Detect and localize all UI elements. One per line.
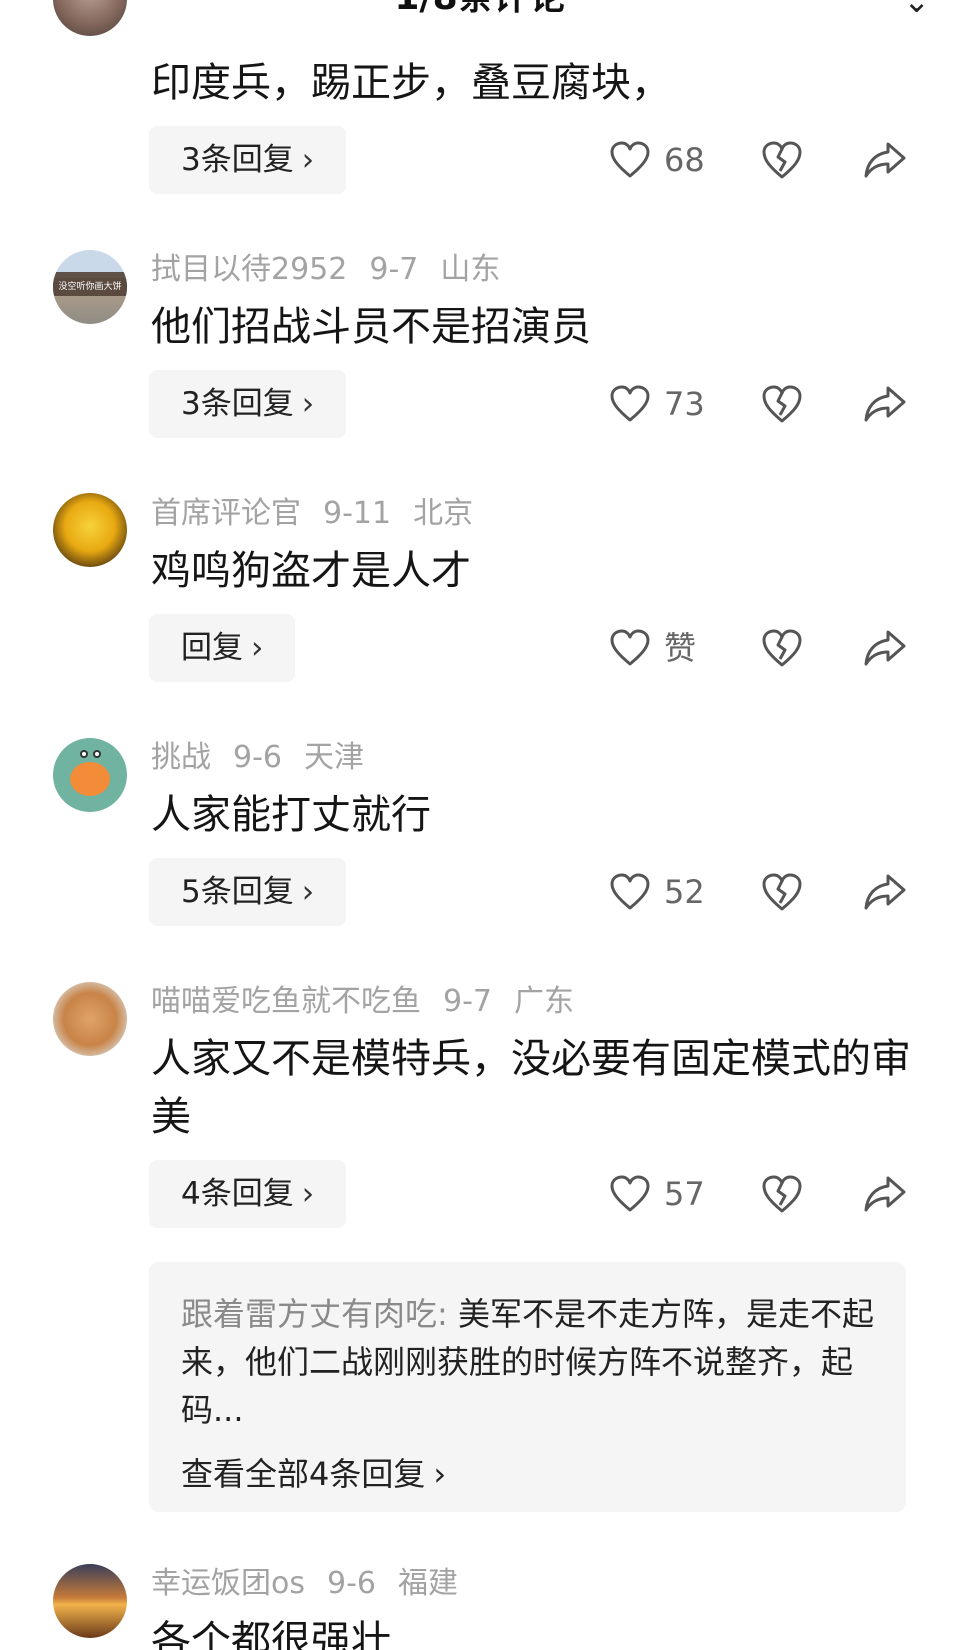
share-arrow-icon[interactable] <box>862 382 908 426</box>
chevron-down-icon[interactable]: ⌄ <box>903 0 930 17</box>
comment-location: 山东 <box>440 252 501 287</box>
reply-count-label: 5条回复 <box>181 874 294 910</box>
username[interactable]: 喵喵爱吃鱼就不吃鱼 <box>151 984 421 1019</box>
chevron-right-icon: › <box>433 1455 447 1493</box>
comment-text: 人家能打丈就行 <box>151 792 431 838</box>
like-count: 57 <box>664 1175 705 1213</box>
avatar[interactable] <box>53 982 127 1056</box>
share-arrow-icon[interactable] <box>862 626 908 670</box>
share-arrow-icon[interactable] <box>862 1172 908 1216</box>
share-arrow-icon[interactable] <box>862 870 908 914</box>
comment-date: 9-6 <box>326 1566 376 1601</box>
heart-icon <box>610 141 650 178</box>
comment-meta: 喵喵爱吃鱼就不吃鱼 9-7 广东 <box>151 982 596 1022</box>
comment-meta: 幸运饭团os 9-6 福建 <box>151 1564 480 1604</box>
reply-label: 回复 <box>181 630 243 666</box>
broken-heart-icon[interactable] <box>760 870 804 914</box>
username[interactable]: 挑战 <box>151 740 211 775</box>
like-button[interactable]: 68 <box>610 130 705 190</box>
comment-text: 鸡鸣狗盗才是人才 <box>151 548 471 594</box>
reply-author[interactable]: 跟着雷方丈有肉吃: <box>181 1295 448 1333</box>
reply-count-label: 4条回复 <box>181 1176 294 1212</box>
share-arrow-icon[interactable] <box>862 138 908 182</box>
view-replies-button[interactable]: 3条回复 › <box>149 370 347 438</box>
username[interactable]: 拭目以待2952 <box>151 252 347 287</box>
like-count: 52 <box>664 873 705 911</box>
like-count: 73 <box>664 385 705 423</box>
chevron-right-icon: › <box>301 142 315 178</box>
view-replies-button[interactable]: 4条回复 › <box>149 1160 347 1228</box>
username[interactable]: 幸运饭团os <box>151 1566 305 1601</box>
comment-text: 他们招战斗员不是招演员 <box>151 304 591 350</box>
avatar[interactable] <box>53 738 127 812</box>
view-replies-button[interactable]: 3条回复 › <box>149 126 347 194</box>
avatar-sign-text: 没空听你画大饼 <box>53 278 127 296</box>
comment-date: 9-11 <box>323 496 392 531</box>
comment-location: 福建 <box>397 1566 458 1601</box>
reply-count-label: 3条回复 <box>181 142 294 178</box>
comment-date: 9-7 <box>443 984 492 1019</box>
comment-location: 广东 <box>514 984 574 1019</box>
view-all-replies-link[interactable]: 查看全部4条回复 › <box>181 1450 446 1498</box>
avatar[interactable] <box>53 1564 127 1638</box>
reply-count-label: 3条回复 <box>181 386 294 422</box>
comment-meta: 拭目以待2952 9-7 山东 <box>151 250 522 290</box>
comment-text: 各个都很强壮 <box>151 1618 391 1650</box>
heart-icon <box>610 1175 650 1212</box>
reply-button[interactable]: 回复 › <box>149 614 296 682</box>
comment-meta: 首席评论官 9-11 北京 <box>151 494 495 534</box>
comment-location: 北京 <box>413 496 474 531</box>
broken-heart-icon[interactable] <box>760 382 804 426</box>
like-button[interactable]: 57 <box>610 1164 705 1224</box>
comment-text: 人家又不是模特兵，没必要有固定模式的审美 <box>151 1036 911 1140</box>
username[interactable]: 首席评论官 <box>151 496 301 531</box>
broken-heart-icon[interactable] <box>760 138 804 182</box>
reply-preview[interactable]: 跟着雷方丈有肉吃: 美军不是不走方阵，是走不起来，他们二战刚刚获胜的时候方阵不说… <box>149 1262 906 1512</box>
view-all-label: 查看全部4条回复 <box>181 1455 426 1493</box>
comment-meta: 挑战 9-6 天津 <box>151 738 386 778</box>
like-count: 68 <box>664 141 705 179</box>
avatar[interactable] <box>53 493 127 567</box>
heart-icon <box>610 385 650 422</box>
comment-date: 9-7 <box>369 252 419 287</box>
avatar[interactable] <box>53 0 127 36</box>
chevron-right-icon: › <box>301 386 315 422</box>
chevron-right-icon: › <box>301 1176 315 1212</box>
like-button[interactable]: 52 <box>610 862 705 922</box>
view-replies-button[interactable]: 5条回复 › <box>149 858 347 926</box>
comments-header-title: 1/8条评论 <box>0 0 960 18</box>
comment-location: 天津 <box>304 740 364 775</box>
chevron-right-icon: › <box>251 630 264 666</box>
reply-preview-text: 跟着雷方丈有肉吃: 美军不是不走方阵，是走不起来，他们二战刚刚获胜的时候方阵不说… <box>181 1290 881 1434</box>
avatar[interactable]: 没空听你画大饼 <box>53 250 127 324</box>
like-button[interactable]: 73 <box>610 374 705 434</box>
comment-text: 印度兵，踢正步，叠豆腐块， <box>151 60 671 106</box>
heart-icon <box>610 629 650 666</box>
broken-heart-icon[interactable] <box>760 626 804 670</box>
like-button[interactable]: 赞 <box>610 618 696 678</box>
like-label: 赞 <box>664 629 697 667</box>
heart-icon <box>610 873 650 910</box>
chevron-right-icon: › <box>301 874 315 910</box>
broken-heart-icon[interactable] <box>760 1172 804 1216</box>
comment-date: 9-6 <box>233 740 282 775</box>
